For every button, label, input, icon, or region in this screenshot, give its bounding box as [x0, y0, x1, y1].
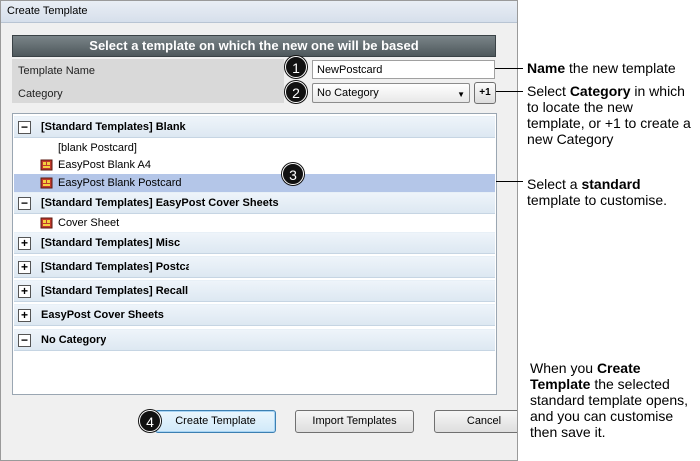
tree-group-label: [Standard Templates] Blank [41, 121, 186, 133]
tree-group[interactable]: − [Standard Templates] Blank [14, 116, 495, 138]
tree-item-label: [blank Postcard] [58, 142, 137, 154]
tree-group-label: EasyPost Cover Sheets [41, 309, 164, 321]
tree-group-label: [Standard Templates] EasyPost Cover Shee… [41, 197, 279, 209]
annotation-name-text: the new template [565, 60, 676, 76]
annotation-standard-bold: standard [581, 176, 641, 192]
template-icon [40, 177, 53, 189]
step-badge-1: 1 [285, 56, 307, 78]
tree-group-label: [Standard Templates] Recall Le [41, 285, 189, 297]
step-badge-2: 2 [285, 81, 307, 103]
tree-group[interactable]: − No Category [14, 329, 495, 351]
step-badge-4: 4 [139, 410, 161, 432]
annotation-standard: Select a standard template to customise. [527, 176, 692, 208]
cancel-button[interactable]: Cancel [434, 410, 517, 433]
expand-icon[interactable]: + [18, 237, 31, 250]
annotation-category-pre: Select [527, 83, 570, 99]
dialog-banner: Select a template on which the new one w… [12, 35, 496, 57]
create-template-dialog: Create Template Select a template on whi… [0, 0, 518, 461]
tree-item-label: Cover Sheet [58, 217, 120, 229]
template-icon [40, 159, 53, 171]
annotation-name-bold: Name [527, 60, 566, 76]
collapse-icon[interactable]: − [18, 197, 31, 210]
title-bar[interactable]: Create Template [1, 1, 517, 23]
tree-group-label: [Standard Templates] Postcard [41, 261, 189, 273]
tree-group[interactable]: + [Standard Templates] Postcard [14, 256, 495, 278]
category-label: Category [18, 88, 63, 100]
form-label-panel: Template Name Category [12, 59, 284, 103]
tree-group[interactable]: + [Standard Templates] Misc [14, 232, 495, 254]
create-template-button[interactable]: Create Template [155, 410, 276, 433]
tree-group[interactable]: − [Standard Templates] EasyPost Cover Sh… [14, 192, 495, 214]
tree-item[interactable]: [blank Postcard] [14, 139, 495, 157]
collapse-icon[interactable]: − [18, 334, 31, 347]
chevron-down-icon: ▼ [457, 90, 465, 99]
callout-line-3 [496, 181, 523, 182]
expand-icon[interactable]: + [18, 261, 31, 274]
collapse-icon[interactable]: − [18, 121, 31, 134]
category-select[interactable]: No Category ▼ [312, 83, 470, 103]
callout-line-2 [496, 91, 523, 92]
annotation-create: When you Create Template the selected st… [530, 360, 690, 440]
window-title: Create Template [7, 5, 88, 17]
tree-item-label: EasyPost Blank A4 [58, 159, 151, 171]
import-templates-button[interactable]: Import Templates [295, 410, 414, 433]
category-select-value: No Category [317, 87, 379, 99]
annotation-category: Select Category in which to locate the n… [527, 83, 692, 147]
tree-group[interactable]: + [Standard Templates] Recall Le [14, 280, 495, 302]
callout-line-1 [495, 68, 523, 69]
expand-icon[interactable]: + [18, 285, 31, 298]
tree-group-label: No Category [41, 334, 107, 346]
tree-item[interactable]: EasyPost Blank A4 [14, 156, 495, 174]
step-badge-3: 3 [282, 163, 304, 185]
tree-item-selected[interactable]: EasyPost Blank Postcard [14, 174, 495, 192]
add-category-button[interactable]: +1 [474, 82, 496, 104]
annotation-standard-pre: Select a [527, 176, 582, 192]
template-icon [40, 217, 53, 229]
tree-item-label: EasyPost Blank Postcard [58, 177, 182, 189]
template-name-label: Template Name [18, 65, 96, 77]
tree-group[interactable]: + EasyPost Cover Sheets [14, 304, 495, 326]
template-tree: − [Standard Templates] Blank [blank Post… [12, 113, 497, 395]
tree-group-label: [Standard Templates] Misc [41, 237, 181, 249]
annotation-standard-text: template to customise. [527, 192, 668, 208]
template-name-input[interactable]: NewPostcard [312, 60, 495, 79]
annotation-name: Name the new template [527, 60, 697, 76]
annotation-category-bold: Category [569, 83, 631, 99]
annotation-create-pre: When you [530, 360, 597, 376]
tree-item[interactable]: Cover Sheet [14, 214, 495, 232]
expand-icon[interactable]: + [18, 309, 31, 322]
